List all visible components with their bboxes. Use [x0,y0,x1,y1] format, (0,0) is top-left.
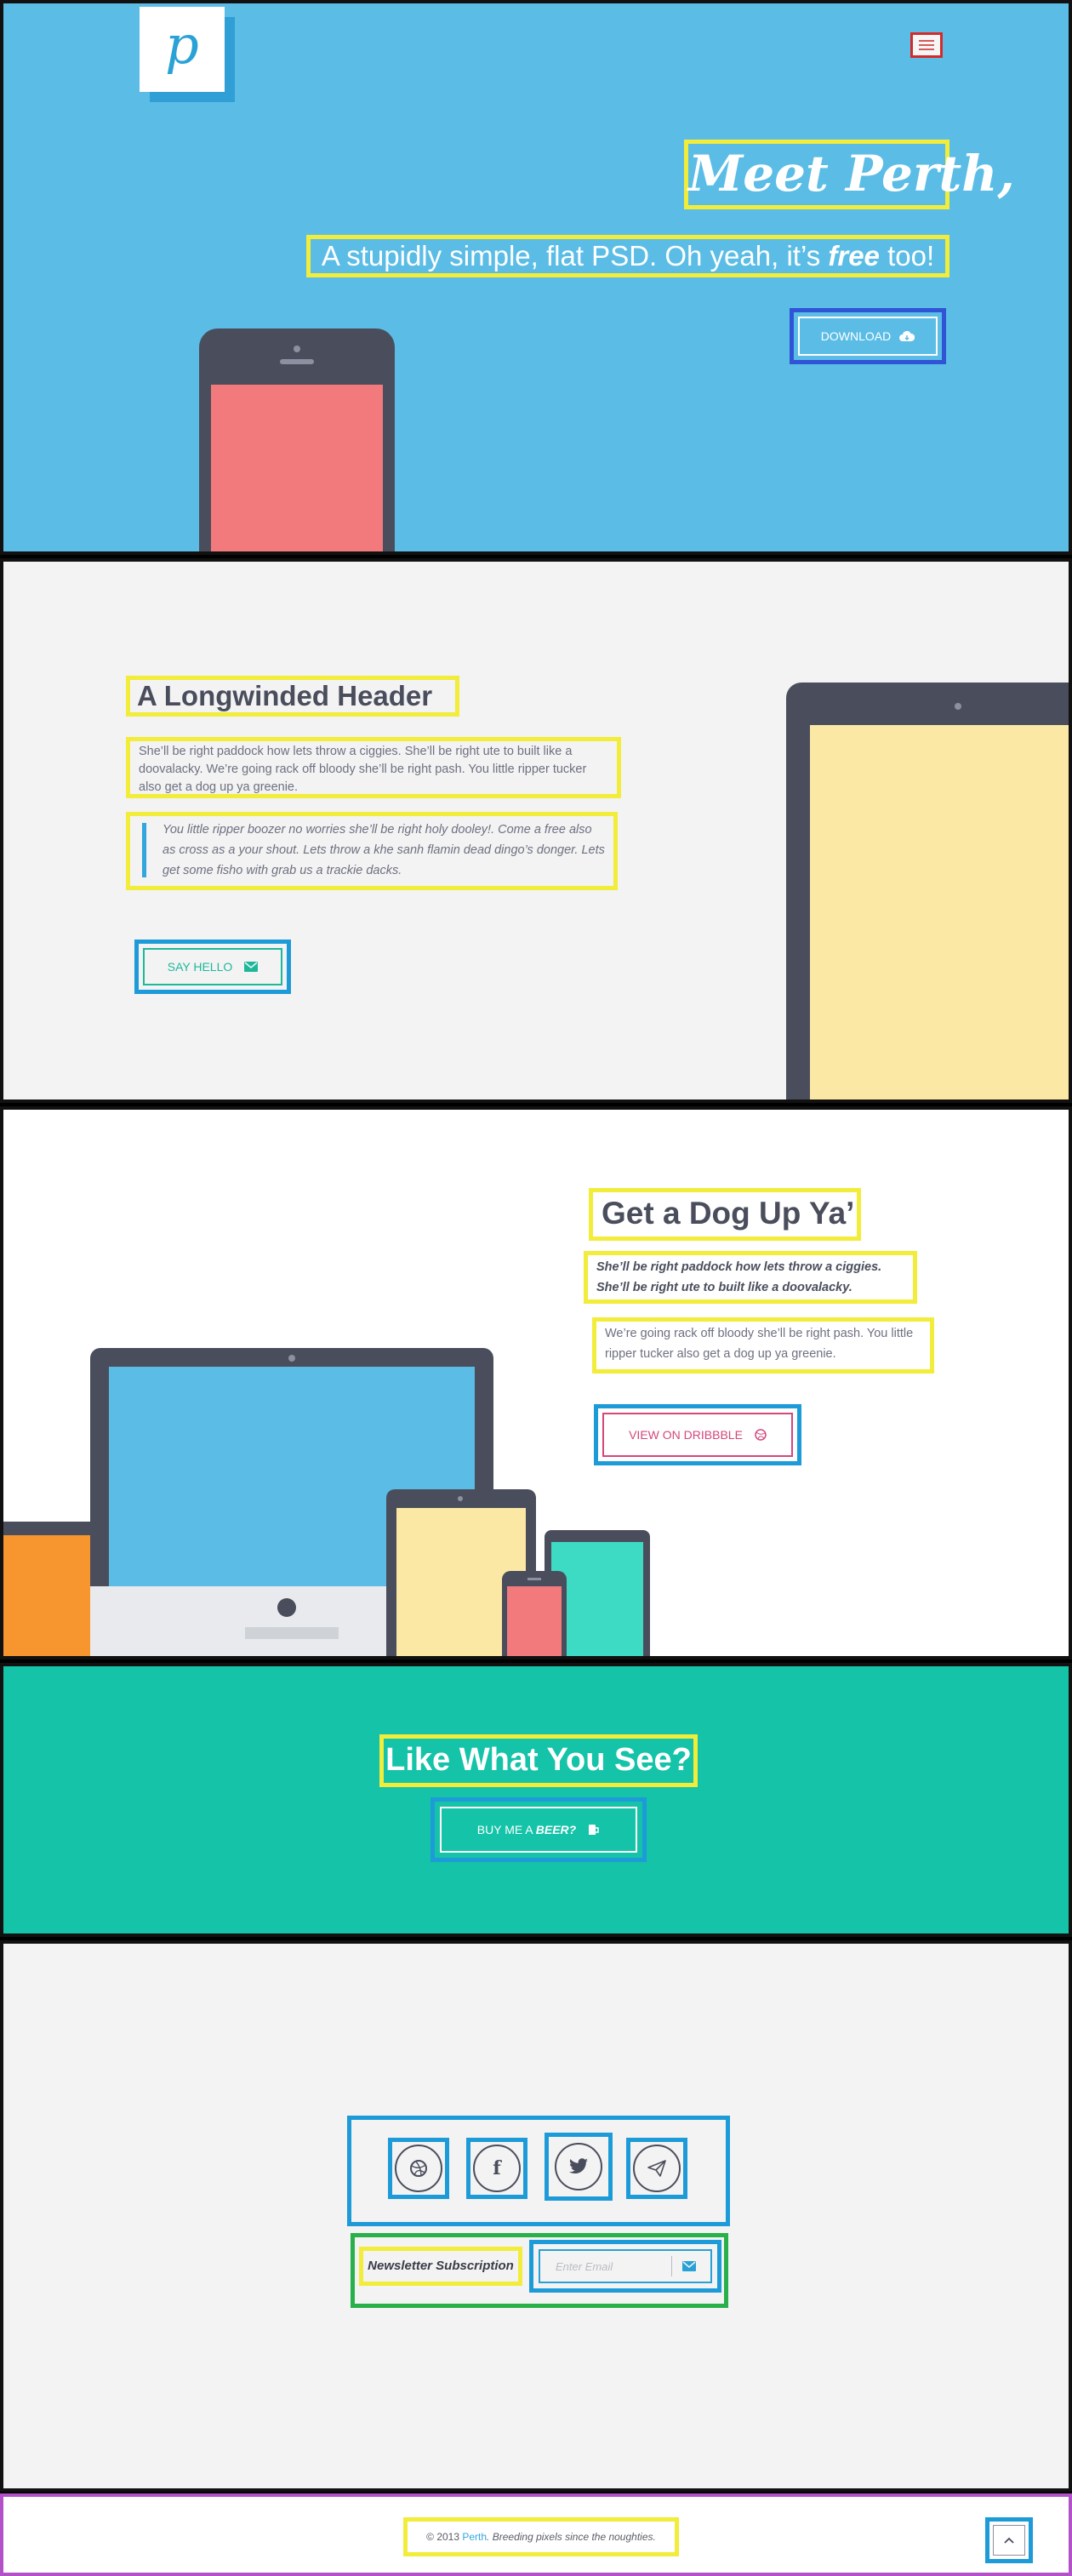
facebook-icon: f [473,2145,521,2192]
intro-quote-text: You little ripper boozer no worries she’… [163,823,605,877]
logo-letter: p [165,14,199,76]
hamburger-icon[interactable] [910,32,943,58]
cta-heading: Like What You See? [379,1734,698,1787]
beer-button-label: BUY ME A BEER? [477,1823,576,1836]
paper-plane-icon [633,2145,681,2192]
beer-label-text: BUY ME A [476,1823,536,1836]
subscribe-button[interactable] [672,2261,706,2271]
phone-illustration [199,328,395,551]
tablet-illustration [786,683,1069,1100]
view-on-dribbble-label: VIEW ON DRIBBBLE [629,1428,743,1442]
hero-subtitle-emphasis: free [828,240,880,271]
say-hello-label: SAY HELLO [167,960,233,974]
dribbble-bold-paragraph: She’ll be right paddock how lets throw a… [584,1251,917,1304]
back-to-top-button[interactable] [985,2517,1033,2563]
newsletter-label: Newsletter Subscription [359,2247,522,2286]
intro-blockquote: You little ripper boozer no worries she’… [126,812,618,890]
dribbble-icon [755,1429,767,1441]
hero-subtitle-text: A stupidly simple, flat PSD. Oh yeah, it… [321,240,829,271]
say-hello-button[interactable]: SAY HELLO [134,940,291,994]
email-input[interactable] [540,2259,668,2273]
dribbble-link[interactable] [388,2138,449,2199]
mail-icon [682,2261,696,2271]
quote-bar [142,823,146,877]
hero-title: Meet Perth, [684,140,1015,209]
copyright-text: © 2013 [426,2531,463,2543]
footer-copyright: © 2013 Perth. Breeding pixels since the … [403,2517,679,2556]
footer-tagline: . Breeding pixels since the noughties. [487,2531,656,2543]
intro-section: A Longwinded Header She’ll be right padd… [0,558,1072,1103]
beer-label-emphasis: BEER? [535,1823,577,1836]
beer-icon [589,1825,599,1835]
dribbble-heading: Get a Dog Up Ya’ [589,1188,861,1241]
chevron-up-icon [1004,2537,1014,2544]
download-button[interactable]: DOWNLOAD [790,308,946,364]
mail-icon [244,962,259,972]
twitter-link[interactable] [545,2133,613,2201]
newsletter-input-group [529,2240,721,2293]
connect-section: f Newsletter Subscription [0,1940,1072,2492]
buy-me-a-beer-button[interactable]: BUY ME A BEER? [431,1797,647,1862]
cloud-download-icon [899,330,915,341]
hero-section: p Meet Perth, A stupidly simple, flat PS… [0,0,1072,555]
download-button-label: DOWNLOAD [820,329,892,343]
hero-subtitle-end: too! [879,240,935,271]
dribbble-paragraph: We’re going rack off bloody she’ll be ri… [592,1317,934,1374]
logo[interactable]: p [140,7,225,92]
footer: © 2013 Perth. Breeding pixels since the … [0,2493,1072,2576]
dribbble-section: Get a Dog Up Ya’ She’ll be right paddock… [0,1106,1072,1659]
facebook-link[interactable]: f [466,2138,527,2199]
phone-small-illustration [502,1571,567,1656]
hero-subtitle: A stupidly simple, flat PSD. Oh yeah, it… [306,235,949,277]
dribbble-icon [395,2145,442,2192]
telegram-link[interactable] [626,2138,687,2199]
intro-paragraph: She’ll be right paddock how lets throw a… [126,737,621,798]
twitter-icon [555,2143,602,2190]
footer-brand-link[interactable]: Perth [462,2531,487,2543]
cta-section: Like What You See? BUY ME A BEER? [0,1663,1072,1937]
view-on-dribbble-button[interactable]: VIEW ON DRIBBBLE [594,1404,801,1465]
intro-heading: A Longwinded Header [126,676,459,717]
